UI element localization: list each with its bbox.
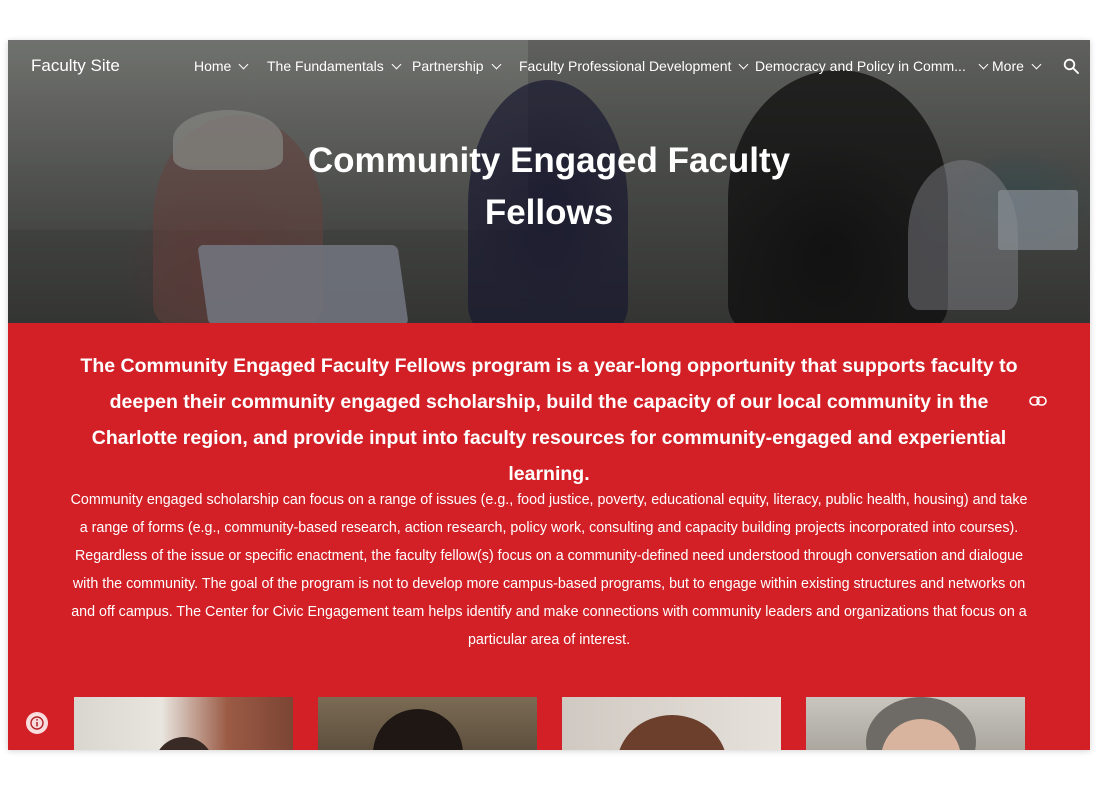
nav-item-the-fundamentals[interactable]: The Fundamentals (267, 58, 402, 74)
page-frame: Faculty Site Home The Fundamentals Partn… (8, 40, 1090, 750)
fellow-photo-1-head (154, 737, 214, 750)
link-icon[interactable] (1029, 395, 1047, 407)
nav-item-label: More (992, 58, 1024, 74)
nav-item-label: Home (194, 58, 232, 74)
nav-item-label: Faculty Professional Development (519, 58, 732, 74)
nav-item-more[interactable]: More (992, 58, 1042, 74)
fellow-photo-3-head (617, 715, 727, 750)
top-navigation: Faculty Site Home The Fundamentals Partn… (8, 40, 1090, 94)
page-title-line-2: Fellows (484, 193, 614, 232)
chevron-down-icon[interactable] (978, 59, 989, 69)
search-icon[interactable] (1063, 58, 1079, 74)
intro-heading: The Community Engaged Faculty Fellows pr… (80, 355, 1018, 485)
fellow-photo-3 (562, 697, 781, 750)
nav-item-label: Partnership (412, 58, 484, 74)
chevron-down-icon[interactable] (391, 59, 402, 69)
nav-item-home[interactable]: Home (194, 58, 249, 74)
nav-item-label: The Fundamentals (267, 58, 384, 74)
info-button[interactable] (26, 712, 48, 734)
fellow-photo-4 (806, 697, 1025, 750)
info-icon (30, 716, 44, 730)
chevron-down-icon[interactable] (738, 59, 749, 69)
hero-banner: Faculty Site Home The Fundamentals Partn… (8, 40, 1090, 323)
nav-item-faculty-professional-development[interactable]: Faculty Professional Development (519, 58, 749, 74)
fellow-photo-1 (74, 697, 293, 750)
site-title[interactable]: Faculty Site (31, 56, 120, 76)
fellow-photo-2 (318, 697, 537, 750)
intro-paragraph: Community engaged scholarship can focus … (70, 492, 1028, 648)
chevron-down-icon[interactable] (238, 59, 249, 69)
chevron-down-icon[interactable] (491, 59, 502, 69)
nav-item-democracy-and-policy[interactable]: Democracy and Policy in Comm... (755, 58, 989, 74)
page-title: Community Engaged Faculty Fellows (8, 135, 1090, 239)
fellow-photo-2-head (373, 709, 463, 750)
chevron-down-icon[interactable] (1031, 59, 1042, 69)
page-title-line-1: Community Engaged Faculty (307, 141, 791, 180)
nav-item-label: Democracy and Policy in Comm... (755, 58, 966, 74)
nav-item-partnership[interactable]: Partnership (412, 58, 502, 74)
